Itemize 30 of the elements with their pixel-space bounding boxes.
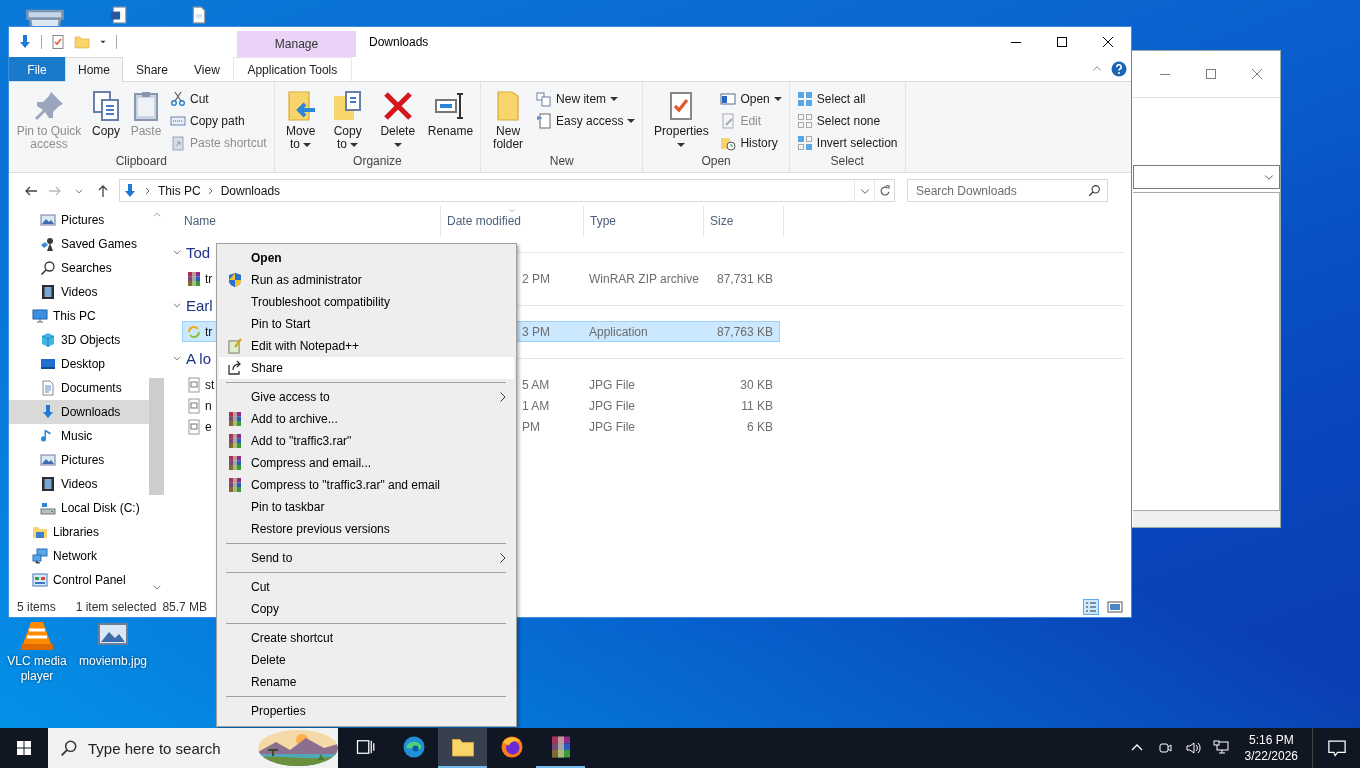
type-cell-text: WinRAR ZIP archive	[588, 271, 700, 286]
date-cell-text: 5 AM	[521, 377, 551, 392]
selection-info: 1 item selected	[75, 599, 157, 614]
ribbon-group-label: Clipboard	[114, 154, 169, 170]
item-count: 5 items	[17, 599, 56, 614]
date-cell-text: PM	[521, 419, 541, 434]
size-cell-text: 30 KB	[739, 377, 774, 392]
file-name: tr	[205, 324, 213, 339]
type-cell-text: Application	[588, 324, 649, 339]
file-name: st	[205, 377, 215, 392]
contextual-tab-header: Manage	[237, 31, 356, 57]
window-title: Downloads	[369, 34, 430, 51]
ribbon-group-label: Organize	[352, 154, 403, 170]
size-cell-text: 11 KB	[740, 398, 774, 413]
file-name: e	[205, 419, 212, 434]
type-cell-text: JPG File	[588, 377, 636, 392]
date-cell-text: 1 AM	[521, 398, 551, 413]
selection-size: 85.7 MB	[162, 599, 208, 614]
file-name: tr	[205, 271, 213, 286]
date-cell-text: 2 PM	[521, 271, 551, 286]
size-cell-text: 87,763 KB	[715, 324, 774, 339]
ribbon-group-label: New	[548, 154, 575, 170]
type-cell-text: JPG File	[588, 419, 636, 434]
file-name: n	[205, 398, 212, 413]
type-cell-text: JPG File	[588, 398, 636, 413]
size-cell-text: 6 KB	[746, 419, 774, 434]
size-cell-text: 87,731 KB	[715, 271, 774, 286]
date-cell-text: 3 PM	[521, 324, 551, 339]
ribbon-group-label: Select	[829, 154, 865, 170]
ribbon-group-label: Open	[700, 154, 732, 170]
